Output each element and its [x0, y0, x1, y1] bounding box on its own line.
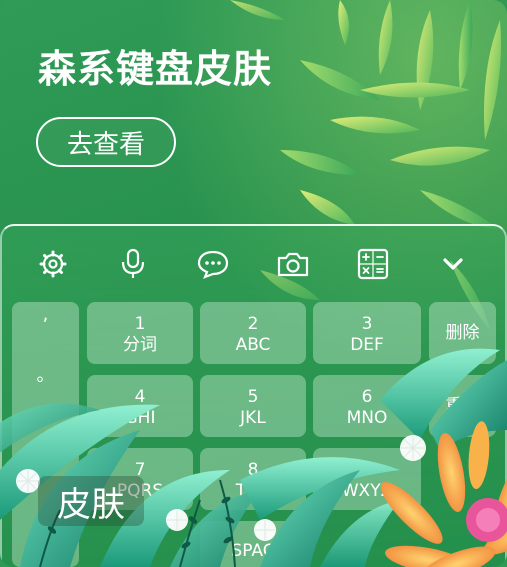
- quick-phrase-button[interactable]: [193, 244, 233, 284]
- key-6[interactable]: 6 MNO: [313, 375, 421, 437]
- banner-title: 森系键盘皮肤: [38, 47, 273, 91]
- key-1[interactable]: 1 分词: [87, 302, 193, 364]
- camera-button[interactable]: [273, 244, 313, 284]
- delete-key[interactable]: 删除: [429, 302, 496, 364]
- collapse-keyboard-button[interactable]: [433, 244, 473, 284]
- key-8[interactable]: 8 TUV: [200, 448, 306, 510]
- microphone-icon: [121, 248, 145, 278]
- period-key[interactable]: 。: [12, 325, 79, 387]
- punctuation-column[interactable]: , 。: [12, 302, 79, 567]
- camera-icon: [277, 252, 309, 277]
- key-3[interactable]: 3 DEF: [313, 302, 421, 364]
- skin-label: 皮肤: [38, 476, 144, 526]
- comma-key[interactable]: ,: [12, 302, 79, 325]
- key-2[interactable]: 2 ABC: [200, 302, 306, 364]
- key-4[interactable]: 4 GHI: [87, 375, 193, 437]
- skin-preview-card[interactable]: 森系键盘皮肤 去查看 , 。 1 分词 2 ABC 3 DEF 删除 4 GHI…: [0, 0, 507, 567]
- settings-button[interactable]: [33, 244, 73, 284]
- key-5[interactable]: 5 JKL: [200, 375, 306, 437]
- key-9[interactable]: 9 WXYZ: [313, 448, 421, 510]
- retype-key[interactable]: 重输: [429, 375, 496, 437]
- view-skin-button[interactable]: 去查看: [36, 117, 176, 167]
- calculator-button[interactable]: [353, 244, 393, 284]
- calculator-icon: [357, 248, 389, 280]
- chevron-down-icon: [443, 258, 463, 270]
- space-key[interactable]: SPAC: [200, 521, 306, 567]
- voice-input-button[interactable]: [113, 244, 153, 284]
- gear-icon: [39, 250, 67, 278]
- chat-bubble-icon: [197, 250, 229, 279]
